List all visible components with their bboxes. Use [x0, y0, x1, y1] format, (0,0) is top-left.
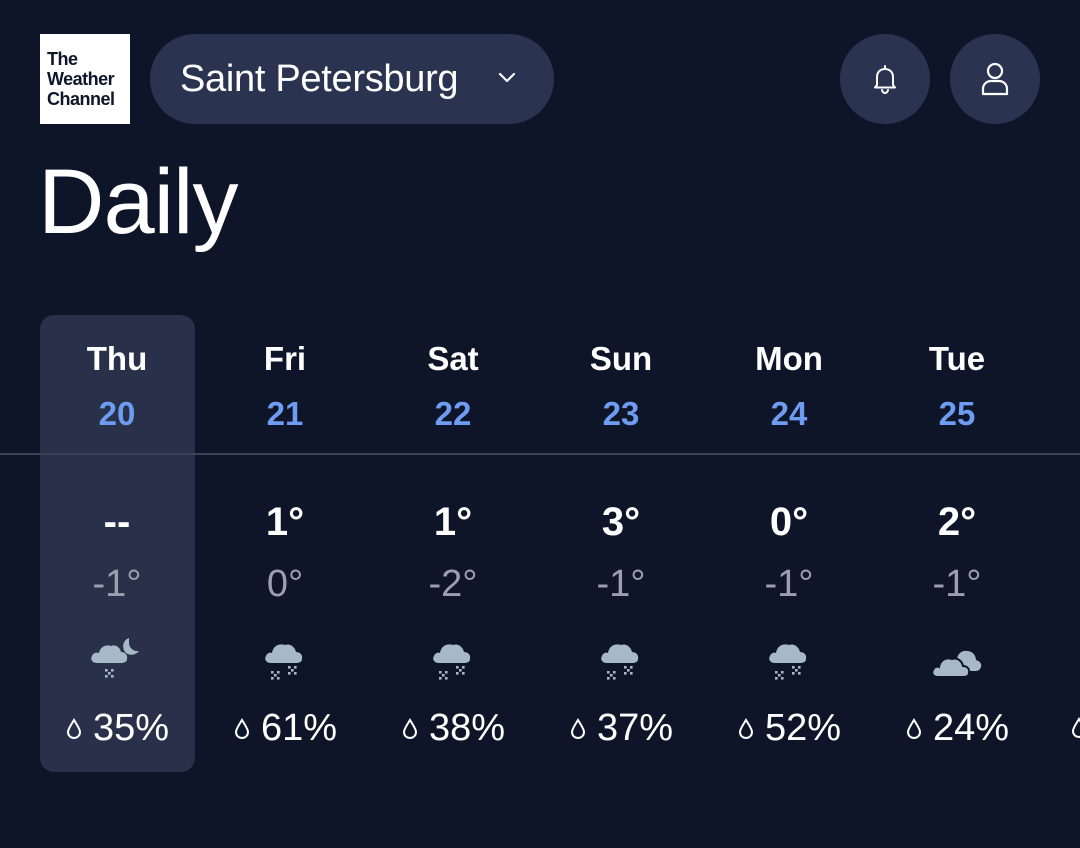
cloud-snow-icon — [433, 644, 471, 680]
day-column-mon[interactable]: Mon 24 0° -1° 52% — [705, 315, 873, 772]
logo-line-1: The — [47, 49, 78, 69]
page-title: Daily — [38, 151, 238, 253]
day-date: 24 — [770, 395, 808, 432]
day-date: 23 — [602, 395, 640, 432]
chevron-down-icon — [498, 72, 516, 83]
low-temp: -1° — [596, 563, 646, 605]
precip-chance: 37% — [537, 707, 705, 750]
low-temp: -1° — [764, 563, 814, 605]
high-temp: 1° — [433, 500, 473, 544]
cloud-snow-icon — [601, 644, 639, 680]
day-name: Sun — [589, 340, 653, 377]
day-name: Sat — [427, 340, 479, 377]
raindrop-icon — [402, 717, 417, 739]
raindrop-icon — [906, 717, 921, 739]
raindrop-icon — [570, 717, 585, 739]
precip-value: 24% — [932, 707, 1010, 749]
precip-chance: 38% — [369, 707, 537, 750]
raindrop-icon — [1071, 717, 1080, 739]
location-name: Saint Petersburg — [180, 57, 459, 100]
precip-value: 37% — [596, 707, 674, 749]
low-temp: -1° — [92, 563, 142, 605]
high-temp: 3° — [601, 500, 641, 544]
weather-app: The Weather Channel Saint Petersburg Dai… — [0, 0, 1080, 848]
raindrop-icon — [234, 717, 249, 739]
cloud-snow-icon — [265, 644, 303, 680]
location-selector[interactable]: Saint Petersburg — [150, 34, 554, 124]
notifications-button[interactable] — [840, 34, 930, 124]
day-name: Thu — [86, 340, 148, 377]
day-date: 21 — [266, 395, 304, 432]
day-name: Mon — [755, 340, 823, 377]
day-column-fri[interactable]: Fri 21 1° 0° 61% — [201, 315, 369, 772]
weather-channel-logo[interactable]: The Weather Channel — [40, 34, 130, 124]
day-name: Tue — [928, 340, 986, 377]
night-cloud-snow-icon — [91, 638, 139, 678]
low-temp: -1° — [932, 563, 982, 605]
precip-value: 38% — [428, 707, 506, 749]
bell-icon — [874, 65, 896, 95]
day-date: 25 — [938, 395, 976, 432]
day-date: 22 — [434, 395, 472, 432]
precip-chance: 35% — [33, 707, 201, 750]
high-temp: -- — [103, 500, 131, 544]
raindrop-icon — [738, 717, 753, 739]
user-icon — [981, 62, 1009, 96]
day-column-sat[interactable]: Sat 22 1° -2° 38% — [369, 315, 537, 772]
logo-line-3: Channel — [47, 89, 115, 109]
precip-chance: 52% — [705, 707, 873, 750]
high-temp: 2° — [937, 500, 977, 544]
high-temp: 0° — [769, 500, 809, 544]
account-button[interactable] — [950, 34, 1040, 124]
precip-value: 35% — [92, 707, 170, 749]
raindrop-icon — [66, 717, 81, 739]
high-temp: 1° — [265, 500, 305, 544]
precip-value: 61% — [260, 707, 338, 749]
day-name: Fri — [263, 340, 307, 377]
day-column-tue[interactable]: Tue 25 2° -1° 24% — [873, 315, 1041, 772]
low-temp: -2° — [428, 563, 478, 605]
precip-chance: 24% — [873, 707, 1041, 750]
precip-chance: 61% — [201, 707, 369, 750]
cloud-snow-icon — [769, 644, 807, 680]
low-temp: 0° — [266, 563, 304, 605]
day-column-sun[interactable]: Sun 23 3° -1° 37% — [537, 315, 705, 772]
logo-line-2: Weather — [47, 69, 115, 89]
day-column-thu[interactable]: Thu 20 -- -1° 35% — [33, 315, 201, 772]
day-date: 20 — [98, 395, 136, 432]
cloudy-icon — [931, 650, 982, 678]
precip-value: 52% — [764, 707, 842, 749]
